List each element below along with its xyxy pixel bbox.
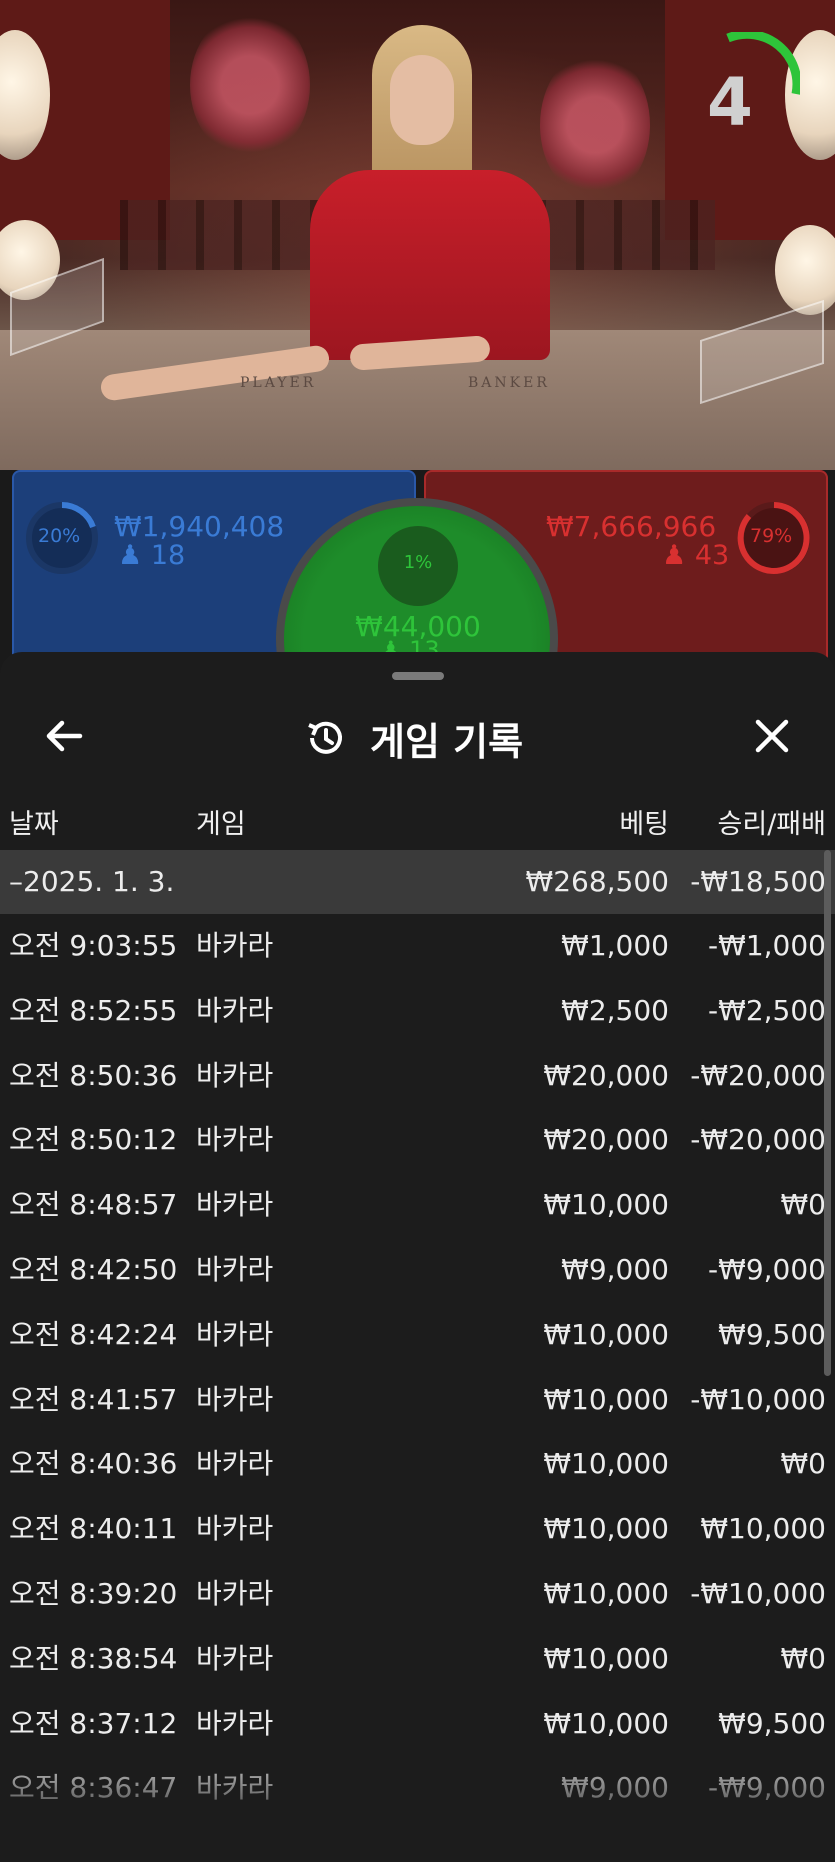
history-row-time: 오전 8:38:54 bbox=[9, 1642, 178, 1675]
history-row[interactable]: 오전 8:38:54 바카라 ₩10,000 ₩0 bbox=[0, 1627, 835, 1691]
history-row-bet: ₩2,500 bbox=[561, 994, 669, 1027]
tie-percent: 1% bbox=[403, 552, 433, 573]
history-row-game: 바카라 bbox=[196, 1447, 274, 1480]
list-fade-overlay bbox=[0, 1742, 835, 1862]
history-row-bet: ₩9,000 bbox=[561, 1253, 669, 1286]
history-row[interactable]: 오전 8:50:12 바카라 ₩20,000 -₩20,000 bbox=[0, 1108, 835, 1172]
table-label-player: PLAYER bbox=[240, 375, 317, 391]
history-row[interactable]: 오전 8:40:36 바카라 ₩10,000 ₩0 bbox=[0, 1432, 835, 1496]
column-header-game: 게임 bbox=[196, 809, 246, 840]
history-row[interactable]: 오전 8:48:57 바카라 ₩10,000 ₩0 bbox=[0, 1173, 835, 1237]
history-row-result: ₩10,000 bbox=[700, 1512, 826, 1545]
history-row[interactable]: 오전 8:52:55 바카라 ₩2,500 -₩2,500 bbox=[0, 979, 835, 1043]
history-row[interactable]: 오전 9:03:55 바카라 ₩1,000 -₩1,000 bbox=[0, 914, 835, 978]
history-row-bet: ₩20,000 bbox=[543, 1059, 669, 1092]
history-row-game: 바카라 bbox=[196, 1512, 274, 1545]
history-row-game: 바카라 bbox=[196, 1318, 274, 1351]
history-row[interactable]: 오전 8:40:11 바카라 ₩10,000 ₩10,000 bbox=[0, 1497, 835, 1561]
arrow-left-icon bbox=[46, 720, 83, 752]
person-icon: ♟ bbox=[118, 540, 143, 571]
history-row-time: 오전 8:48:57 bbox=[9, 1188, 178, 1221]
dealer-face bbox=[390, 55, 454, 145]
column-header-bet: 베팅 bbox=[619, 809, 669, 840]
history-row-result: -₩2,500 bbox=[708, 994, 826, 1027]
history-row[interactable]: 오전 8:50:36 바카라 ₩20,000 -₩20,000 bbox=[0, 1044, 835, 1108]
back-button[interactable] bbox=[38, 710, 90, 762]
countdown-number: 4 bbox=[707, 64, 753, 141]
history-row-bet: ₩10,000 bbox=[543, 1188, 669, 1221]
history-row-result: ₩9,500 bbox=[718, 1318, 826, 1351]
history-row-game: 바카라 bbox=[196, 994, 274, 1027]
history-row-bet: ₩10,000 bbox=[543, 1512, 669, 1545]
history-row-time: 오전 8:40:36 bbox=[9, 1447, 178, 1480]
history-row-result: -₩10,000 bbox=[690, 1577, 826, 1610]
close-button[interactable] bbox=[744, 708, 800, 764]
history-row-bet: ₩10,000 bbox=[543, 1577, 669, 1610]
history-row[interactable]: 오전 8:39:20 바카라 ₩10,000 -₩10,000 bbox=[0, 1562, 835, 1626]
banker-bet-total: ₩7,666,966 bbox=[546, 510, 717, 543]
history-row[interactable]: 오전 8:42:50 바카라 ₩9,000 -₩9,000 bbox=[0, 1238, 835, 1302]
sheet-header: 게임 기록 bbox=[304, 712, 523, 764]
player-bettor-count: ♟ 18 bbox=[118, 540, 186, 571]
sheet-drag-handle[interactable] bbox=[392, 672, 444, 680]
history-row-result: -₩20,000 bbox=[690, 1123, 826, 1156]
history-icon bbox=[308, 721, 342, 754]
history-row-result: -₩10,000 bbox=[690, 1383, 826, 1416]
dealer-body bbox=[310, 170, 550, 360]
history-row-time: 오전 8:50:12 bbox=[9, 1123, 178, 1156]
history-row-game: 바카라 bbox=[196, 1059, 274, 1092]
history-row-time: 오전 8:39:20 bbox=[9, 1577, 178, 1610]
history-row-time: 오전 8:40:11 bbox=[9, 1512, 178, 1545]
lantern bbox=[775, 225, 835, 315]
history-row-game: 바카라 bbox=[196, 1577, 274, 1610]
history-row-result: ₩0 bbox=[780, 1188, 827, 1221]
date-group-label: –2025. 1. 3. bbox=[9, 865, 175, 898]
banker-percent: 79% bbox=[750, 525, 793, 547]
history-row-bet: ₩10,000 bbox=[543, 1642, 669, 1675]
history-row-game: 바카라 bbox=[196, 1123, 274, 1156]
history-row-result: -₩9,000 bbox=[708, 1253, 826, 1286]
history-row-game: 바카라 bbox=[196, 1383, 274, 1416]
date-group-row[interactable]: –2025. 1. 3. ₩268,500 -₩18,500 bbox=[0, 850, 835, 914]
blossom-decoration bbox=[190, 10, 310, 160]
history-row-game: 바카라 bbox=[196, 1642, 274, 1675]
history-row-game: 바카라 bbox=[196, 929, 274, 962]
game-history-sheet: 게임 기록 날짜 게임 베팅 승리/패배 –2025. 1. 3. ₩268,5… bbox=[0, 652, 835, 1862]
history-row-result: ₩0 bbox=[780, 1447, 827, 1480]
history-row-time: 오전 8:52:55 bbox=[9, 994, 178, 1027]
history-row-bet: ₩10,000 bbox=[543, 1318, 669, 1351]
history-row-bet: ₩1,000 bbox=[561, 929, 669, 962]
history-row[interactable]: 오전 8:41:57 바카라 ₩10,000 -₩10,000 bbox=[0, 1368, 835, 1432]
history-row-time: 오전 8:42:24 bbox=[9, 1318, 178, 1351]
history-row-time: 오전 9:03:55 bbox=[9, 929, 178, 962]
history-row-result: ₩0 bbox=[780, 1642, 827, 1675]
history-row-time: 오전 8:42:50 bbox=[9, 1253, 178, 1286]
history-row-game: 바카라 bbox=[196, 1188, 274, 1221]
history-row[interactable]: 오전 8:42:24 바카라 ₩10,000 ₩9,500 bbox=[0, 1303, 835, 1367]
history-row-result: -₩1,000 bbox=[708, 929, 826, 962]
player-bet-total: ₩1,940,408 bbox=[114, 510, 285, 543]
person-icon: ♟ bbox=[662, 540, 687, 571]
history-row-bet: ₩10,000 bbox=[543, 1383, 669, 1416]
history-row-time: 오전 8:41:57 bbox=[9, 1383, 178, 1416]
banker-bettor-count: ♟ 43 bbox=[662, 540, 730, 571]
date-group-bet-total: ₩268,500 bbox=[525, 865, 669, 898]
history-row-game: 바카라 bbox=[196, 1253, 274, 1286]
close-icon bbox=[755, 719, 789, 753]
history-row-time: 오전 8:50:36 bbox=[9, 1059, 178, 1092]
column-header-date: 날짜 bbox=[9, 809, 59, 840]
date-group-result-total: -₩18,500 bbox=[690, 865, 826, 898]
blossom-decoration bbox=[540, 50, 650, 200]
history-row-bet: ₩20,000 bbox=[543, 1123, 669, 1156]
sheet-title: 게임 기록 bbox=[370, 719, 524, 764]
history-row-result: -₩20,000 bbox=[690, 1059, 826, 1092]
table-label-banker: BANKER bbox=[468, 375, 550, 391]
column-header-result: 승리/패배 bbox=[717, 809, 826, 840]
player-percent: 20% bbox=[38, 525, 81, 547]
scrollbar[interactable] bbox=[824, 850, 831, 1376]
history-row-bet: ₩10,000 bbox=[543, 1447, 669, 1480]
